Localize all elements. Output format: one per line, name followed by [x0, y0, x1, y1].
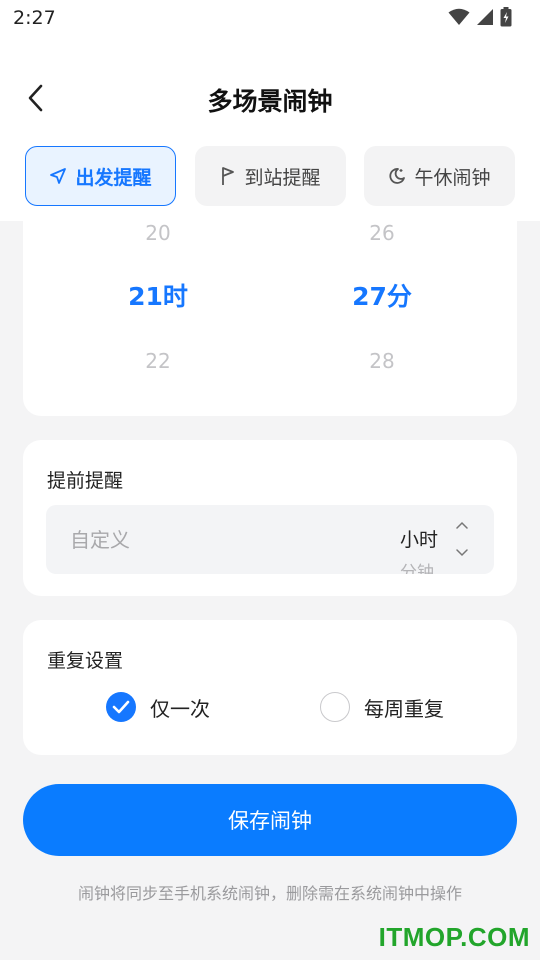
header: 多场景闹钟 [0, 70, 540, 128]
tab-departure-reminder[interactable]: 出发提醒 [25, 146, 176, 206]
status-bar: 2:27 [0, 0, 540, 36]
hour-next-value[interactable]: 22 [68, 349, 248, 373]
time-picker-card: 20 21时 22 26 27分 28 [23, 221, 517, 416]
tab-arrival-reminder[interactable]: 到站提醒 [195, 146, 346, 206]
unit-picker[interactable]: 小时 分钟 [382, 505, 494, 574]
watermark: ITMOP.COM [378, 922, 530, 952]
minute-next-value[interactable]: 28 [292, 349, 472, 373]
flag-icon [222, 167, 235, 185]
hour-picker[interactable]: 20 21时 22 [68, 221, 248, 416]
minute-prev-value[interactable]: 26 [292, 221, 472, 245]
advance-reminder-box: 小时 分钟 [46, 505, 494, 574]
tab-label: 午休闹钟 [414, 166, 491, 189]
checkmark-icon [112, 700, 130, 714]
tab-nap-alarm[interactable]: 午休闹钟 [364, 146, 515, 206]
hour-selected-value[interactable]: 21时 [68, 277, 248, 313]
save-alarm-button[interactable]: 保存闹钟 [23, 784, 517, 856]
minute-selected-value[interactable]: 27分 [292, 277, 472, 313]
repeat-once-label: 仅一次 [150, 696, 210, 721]
repeat-settings-title: 重复设置 [47, 650, 124, 672]
radio-unchecked[interactable] [320, 692, 350, 722]
battery-charging-icon [500, 7, 512, 27]
moon-icon [389, 168, 406, 184]
wifi-icon [448, 8, 470, 25]
repeat-weekly-option[interactable]: 每周重复 [320, 692, 444, 722]
radio-checked[interactable] [106, 692, 136, 722]
tab-label: 到站提醒 [244, 166, 321, 189]
page-title: 多场景闹钟 [207, 87, 333, 116]
unit-selected-value[interactable]: 小时 [400, 525, 438, 552]
hour-prev-value[interactable]: 20 [68, 221, 248, 245]
status-time: 2:27 [13, 7, 56, 29]
cellular-signal-icon [477, 9, 493, 25]
unit-arrows[interactable] [454, 521, 470, 557]
advance-reminder-title: 提前提醒 [47, 470, 124, 492]
unit-next-value[interactable]: 分钟 [400, 558, 434, 574]
repeat-settings-card: 重复设置 仅一次 每周重复 [23, 620, 517, 755]
tab-label: 出发提醒 [75, 166, 152, 189]
navigation-arrow-icon [50, 168, 67, 184]
repeat-weekly-label: 每周重复 [364, 696, 444, 721]
repeat-once-option[interactable]: 仅一次 [106, 692, 210, 722]
sync-note: 闹钟将同步至手机系统闹钟，删除需在系统闹钟中操作 [77, 884, 462, 903]
custom-advance-input[interactable] [46, 505, 366, 574]
chevron-up-icon [456, 521, 468, 529]
advance-reminder-card: 提前提醒 小时 分钟 [23, 440, 517, 596]
minute-picker[interactable]: 26 27分 28 [292, 221, 472, 416]
status-icons [448, 7, 512, 27]
chevron-down-icon [456, 549, 468, 557]
scene-tabs: 出发提醒 到站提醒 午休闹钟 [25, 146, 515, 206]
